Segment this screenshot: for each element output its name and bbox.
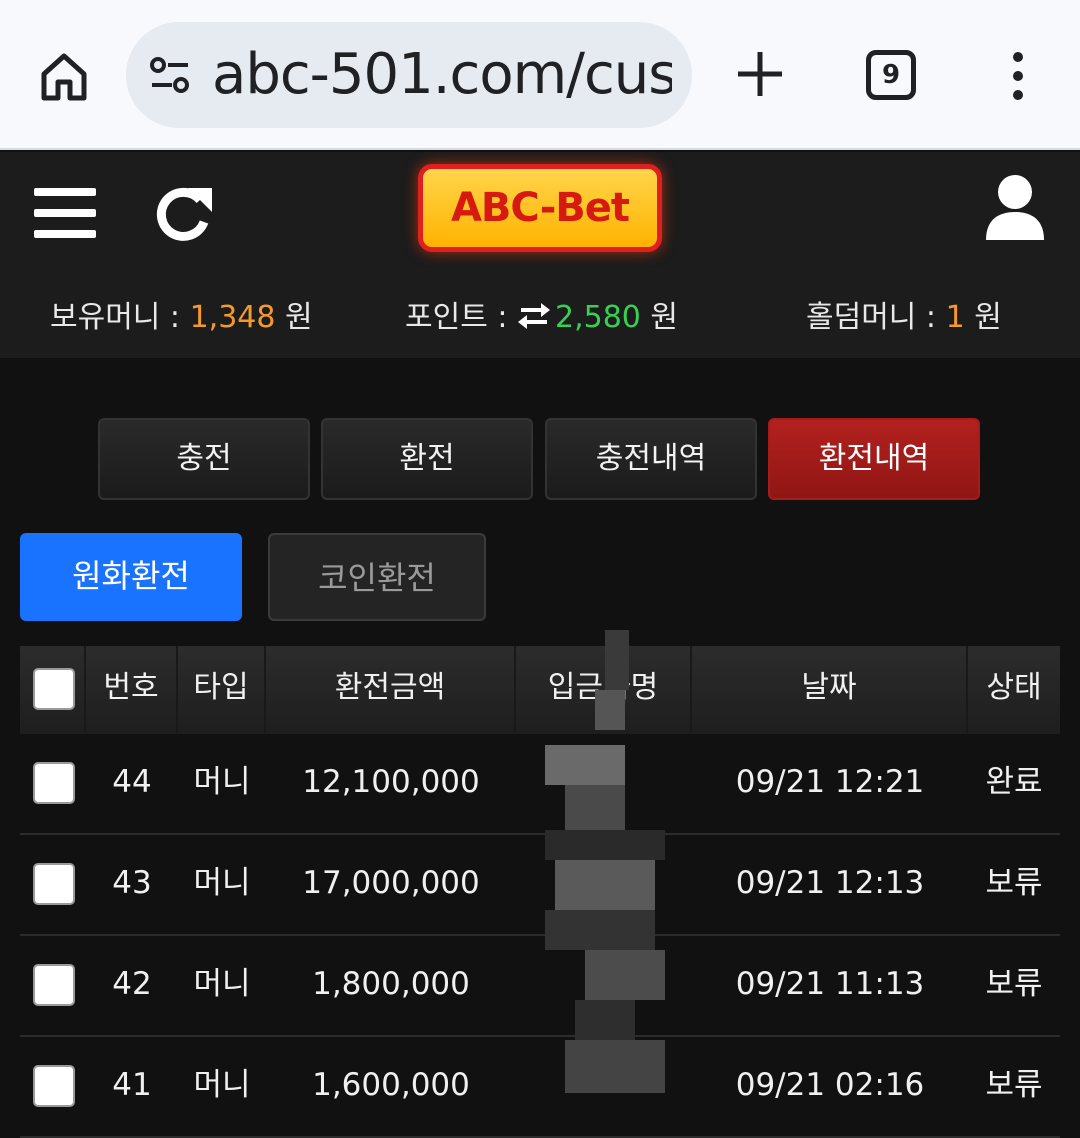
row-number: 41 — [112, 1067, 152, 1103]
row-status: 보류 — [985, 966, 1043, 1002]
site-logo[interactable]: ABC-Bet — [418, 164, 662, 252]
row-checkbox[interactable] — [33, 762, 75, 804]
row-number: 44 — [112, 764, 152, 800]
tab-switcher-icon[interactable]: 9 — [866, 50, 916, 100]
privacy-blur — [545, 630, 665, 1093]
refresh-icon[interactable] — [154, 182, 214, 244]
header-amount: 환전금액 — [266, 646, 516, 734]
row-date: 09/21 11:13 — [735, 966, 925, 1002]
tab-deposit[interactable]: 충전 — [98, 418, 310, 500]
row-amount: 1,800,000 — [312, 966, 470, 1002]
table-row[interactable]: 44 머니 12,100,000 09/21 12:21 완료 — [20, 734, 1060, 835]
point-balance: 포인트 : 2,580 원 — [405, 282, 678, 354]
url-text[interactable]: abc-501.com/cust — [212, 40, 672, 110]
site-settings-icon[interactable] — [148, 55, 192, 95]
row-date: 09/21 12:13 — [735, 865, 925, 901]
row-amount: 17,000,000 — [302, 865, 480, 901]
row-checkbox[interactable] — [33, 863, 75, 905]
browser-toolbar: abc-501.com/cust 9 — [0, 0, 1080, 150]
point-label: 포인트 : — [405, 300, 517, 335]
more-menu-icon[interactable] — [1004, 50, 1032, 102]
tab-withdraw[interactable]: 환전 — [321, 418, 533, 500]
row-type: 머니 — [193, 865, 251, 901]
user-profile-icon[interactable] — [984, 174, 1046, 242]
money-unit: 원 — [275, 300, 313, 335]
row-date: 09/21 02:16 — [735, 1067, 925, 1103]
row-type: 머니 — [193, 1067, 251, 1103]
address-bar[interactable]: abc-501.com/cust — [126, 22, 692, 128]
holdem-balance: 홀덤머니 : 1 원 — [806, 282, 1002, 354]
money-label: 보유머니 : — [50, 300, 190, 335]
point-value: 2,580 — [554, 300, 641, 335]
holdem-label: 홀덤머니 : — [806, 300, 946, 335]
main-content: 충전 환전 충전내역 환전내역 원화환전 코인환전 번호 타입 환전금액 입금자… — [0, 358, 1080, 1138]
tab-deposit-history[interactable]: 충전내역 — [545, 418, 757, 500]
balance-bar: 보유머니 : 1,348 원 포인트 : 2,580 원 홀덤머니 : 1 원 — [0, 282, 1080, 358]
home-icon[interactable] — [36, 48, 92, 104]
coin-withdraw-button[interactable]: 코인환전 — [268, 533, 486, 621]
row-amount: 12,100,000 — [302, 764, 480, 800]
row-checkbox[interactable] — [33, 964, 75, 1006]
site-header: ABC-Bet — [0, 152, 1080, 282]
tab-withdraw-history[interactable]: 환전내역 — [768, 418, 980, 500]
table-header: 번호 타입 환전금액 입금자명 날짜 상태 — [20, 646, 1060, 734]
money-value: 1,348 — [189, 300, 276, 335]
select-all-cell — [20, 646, 86, 734]
row-number: 43 — [112, 865, 152, 901]
row-status: 보류 — [985, 1067, 1043, 1103]
table-row[interactable]: 42 머니 1,800,000 09/21 11:13 보류 — [20, 936, 1060, 1037]
row-date: 09/21 12:21 — [735, 764, 925, 800]
table-row[interactable]: 41 머니 1,600,000 09/21 02:16 보류 — [20, 1037, 1060, 1138]
new-tab-icon[interactable] — [734, 48, 786, 100]
krw-withdraw-button[interactable]: 원화환전 — [20, 533, 242, 621]
table-row[interactable]: 43 머니 17,000,000 09/21 12:13 보류 — [20, 835, 1060, 936]
money-balance: 보유머니 : 1,348 원 — [50, 282, 313, 354]
row-type: 머니 — [193, 966, 251, 1002]
header-status: 상태 — [986, 670, 1042, 705]
row-number: 42 — [112, 966, 152, 1002]
header-type: 타입 — [178, 646, 266, 734]
swap-icon[interactable] — [517, 303, 551, 329]
point-unit: 원 — [640, 300, 679, 335]
row-type: 머니 — [193, 764, 251, 800]
row-status: 완료 — [985, 764, 1043, 800]
select-all-checkbox[interactable] — [33, 668, 75, 710]
row-checkbox[interactable] — [33, 1065, 75, 1107]
header-number: 번호 — [86, 646, 178, 734]
holdem-unit: 원 — [964, 300, 1002, 335]
row-status: 보류 — [985, 865, 1043, 901]
hamburger-menu-icon[interactable] — [34, 186, 96, 240]
header-date: 날짜 — [692, 646, 968, 734]
row-amount: 1,600,000 — [312, 1067, 470, 1103]
holdem-value: 1 — [945, 300, 965, 335]
